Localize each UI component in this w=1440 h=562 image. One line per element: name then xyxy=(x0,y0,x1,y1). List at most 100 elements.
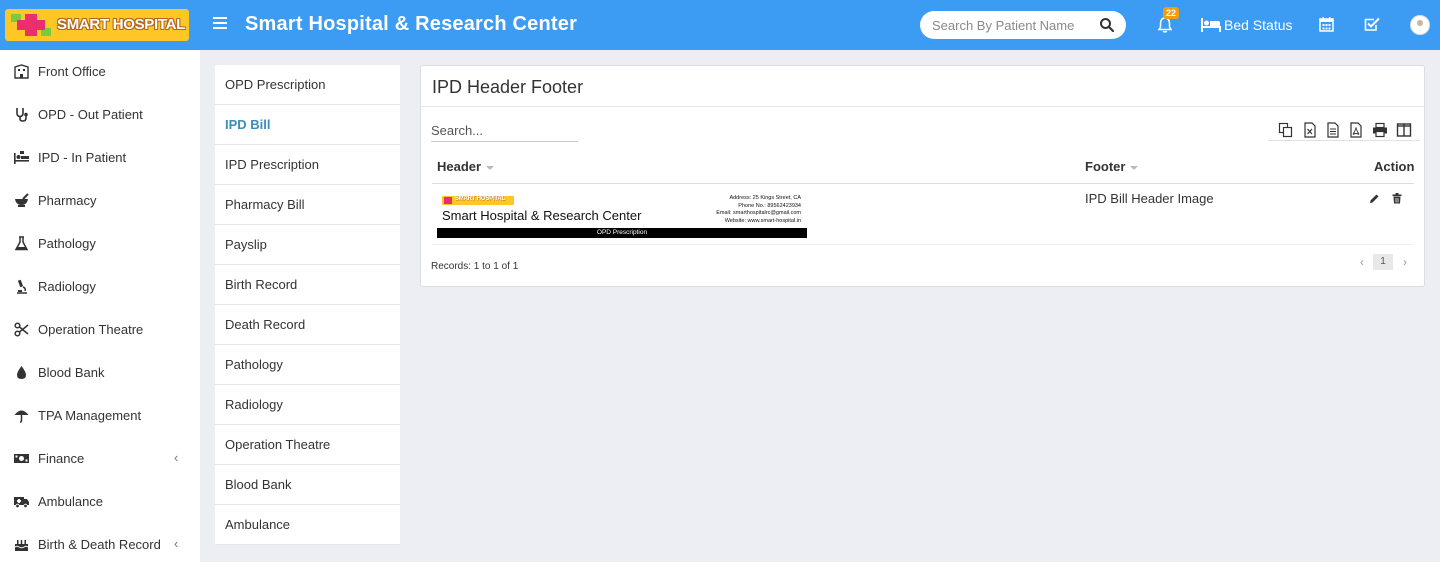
pagination-next[interactable]: › xyxy=(1403,255,1407,269)
bed-icon xyxy=(1201,18,1221,32)
subnav-item-blood-bank[interactable]: Blood Bank xyxy=(215,465,400,505)
page-title: IPD Header Footer xyxy=(432,77,584,97)
subnav-item-opd-prescription[interactable]: OPD Prescription xyxy=(215,65,400,105)
sidebar-item-ambulance[interactable]: Ambulance xyxy=(0,480,200,523)
print-icon[interactable] xyxy=(1372,122,1388,138)
ambulance-icon xyxy=(14,497,29,509)
umbrella-icon xyxy=(14,410,29,423)
search-icon[interactable] xyxy=(1099,17,1115,33)
building-icon xyxy=(14,64,29,79)
pagination-page[interactable]: 1 xyxy=(1373,254,1393,270)
sidebar-item-label: OPD - Out Patient xyxy=(38,107,143,122)
mortar-pestle-icon xyxy=(15,193,29,207)
table-search-input[interactable] xyxy=(431,120,578,142)
app-title: Smart Hospital & Research Center xyxy=(245,13,578,35)
sidebar-item-blood-bank[interactable]: Blood Bank xyxy=(0,351,200,394)
mini-logo-text: SMART HOSPITAL xyxy=(455,196,506,202)
subnav-item-pathology[interactable]: Pathology xyxy=(215,345,400,385)
subnav-item-label: IPD Bill xyxy=(225,117,271,132)
header-footer-panel: IPD Header Footer Header Footer Action S… xyxy=(420,65,1425,287)
logo-text: SMART HOSPITAL xyxy=(57,16,186,33)
edit-icon[interactable] xyxy=(1369,193,1380,204)
subnav-item-label: OPD Prescription xyxy=(225,77,326,92)
pagination-prev[interactable]: ‹ xyxy=(1360,255,1364,269)
sidebar-item-opd[interactable]: OPD - Out Patient xyxy=(0,93,200,136)
app-logo[interactable]: SMART HOSPITAL xyxy=(5,9,189,41)
subnav-item-label: Pathology xyxy=(225,357,283,372)
divider xyxy=(432,183,1414,184)
subnav-item-pharmacy-bill[interactable]: Pharmacy Bill xyxy=(215,185,400,225)
sidebar-item-finance[interactable]: Finance ‹ xyxy=(0,437,200,480)
website-line: Website: www.smart-hospital.in xyxy=(724,217,801,224)
divider xyxy=(432,244,1414,245)
print-settings-nav: OPD Prescription IPD Bill IPD Prescripti… xyxy=(215,65,400,545)
sidebar-item-label: Pharmacy xyxy=(38,193,97,208)
sidebar-item-label: Ambulance xyxy=(38,494,104,509)
sort-icon xyxy=(1130,165,1139,170)
excel-icon[interactable] xyxy=(1302,122,1318,138)
subnav-item-label: Radiology xyxy=(225,397,283,412)
subnav-item-ipd-prescription[interactable]: IPD Prescription xyxy=(215,145,400,185)
avatar[interactable] xyxy=(1410,15,1430,35)
sidebar-item-birth-death-record[interactable]: Birth & Death Record ‹ xyxy=(0,523,200,562)
sidebar: Front Office OPD - Out Patient IPD - In … xyxy=(0,50,200,562)
patient-search-input[interactable] xyxy=(932,16,1092,34)
phone-line: Phone No.: 89562423934 xyxy=(738,202,801,209)
subnav-item-label: Death Record xyxy=(225,317,306,332)
footer-cell: IPD Bill Header Image xyxy=(1085,191,1214,206)
menu-icon[interactable] xyxy=(213,17,227,31)
sidebar-item-label: Radiology xyxy=(38,279,96,294)
sidebar-item-label: Front Office xyxy=(38,64,106,79)
chevron-left-icon: ‹ xyxy=(174,536,179,551)
microscope-icon xyxy=(17,279,27,294)
subnav-item-death-record[interactable]: Death Record xyxy=(215,305,400,345)
subnav-item-payslip[interactable]: Payslip xyxy=(215,225,400,265)
sidebar-item-ipd[interactable]: IPD - In Patient xyxy=(0,136,200,179)
sort-icon xyxy=(486,165,495,170)
records-info: Records: 1 to 1 of 1 xyxy=(431,261,519,272)
sidebar-item-label: Operation Theatre xyxy=(38,322,144,337)
subnav-item-label: Pharmacy Bill xyxy=(225,197,305,212)
bed-status-label: Bed Status xyxy=(1224,17,1293,33)
top-header: SMART HOSPITAL Smart Hospital & Research… xyxy=(0,0,1440,50)
flask-icon xyxy=(14,236,29,251)
mini-logo: SMART HOSPITAL xyxy=(442,196,514,205)
csv-icon[interactable] xyxy=(1325,122,1341,138)
sidebar-item-front-office[interactable]: Front Office xyxy=(0,50,200,93)
subnav-item-ambulance[interactable]: Ambulance xyxy=(215,505,400,545)
sidebar-item-label: TPA Management xyxy=(38,408,142,423)
subnav-item-label: Birth Record xyxy=(225,277,298,292)
subnav-item-birth-record[interactable]: Birth Record xyxy=(215,265,400,305)
sidebar-item-pharmacy[interactable]: Pharmacy xyxy=(0,179,200,222)
money-icon xyxy=(14,454,29,463)
sidebar-item-label: Blood Bank xyxy=(38,365,105,380)
delete-icon[interactable] xyxy=(1392,193,1402,204)
header-image-preview[interactable]: SMART HOSPITAL Smart Hospital & Research… xyxy=(437,194,807,239)
subnav-item-radiology[interactable]: Radiology xyxy=(215,385,400,425)
sidebar-item-operation-theatre[interactable]: Operation Theatre xyxy=(0,308,200,351)
hospital-name: Smart Hospital & Research Center xyxy=(442,208,642,223)
subnav-item-operation-theatre[interactable]: Operation Theatre xyxy=(215,425,400,465)
scissors-icon xyxy=(14,322,29,337)
columns-icon[interactable] xyxy=(1396,122,1412,138)
sidebar-item-tpa-management[interactable]: TPA Management xyxy=(0,394,200,437)
sidebar-item-label: Pathology xyxy=(38,236,96,251)
sidebar-item-radiology[interactable]: Radiology xyxy=(0,265,200,308)
subnav-item-label: Ambulance xyxy=(225,517,291,532)
export-toolbar xyxy=(1268,119,1420,141)
check-square-icon[interactable] xyxy=(1364,17,1380,32)
subnav-item-label: Payslip xyxy=(225,237,267,252)
document-title-bar: OPD Prescription xyxy=(437,228,807,238)
column-header-header[interactable]: Header xyxy=(437,159,495,174)
address-line: Address: 25 Kings Street, CA xyxy=(729,195,801,201)
copy-icon[interactable] xyxy=(1278,122,1294,138)
sidebar-item-label: Finance xyxy=(38,451,85,466)
subnav-item-label: Blood Bank xyxy=(225,477,292,492)
sidebar-item-pathology[interactable]: Pathology xyxy=(0,222,200,265)
pdf-icon[interactable] xyxy=(1348,122,1364,138)
subnav-item-ipd-bill[interactable]: IPD Bill xyxy=(215,105,400,145)
logo-cross-icon xyxy=(11,14,51,36)
calendar-icon[interactable] xyxy=(1319,17,1334,32)
column-header-footer[interactable]: Footer xyxy=(1085,159,1139,174)
column-header-action: Action xyxy=(1374,159,1415,174)
